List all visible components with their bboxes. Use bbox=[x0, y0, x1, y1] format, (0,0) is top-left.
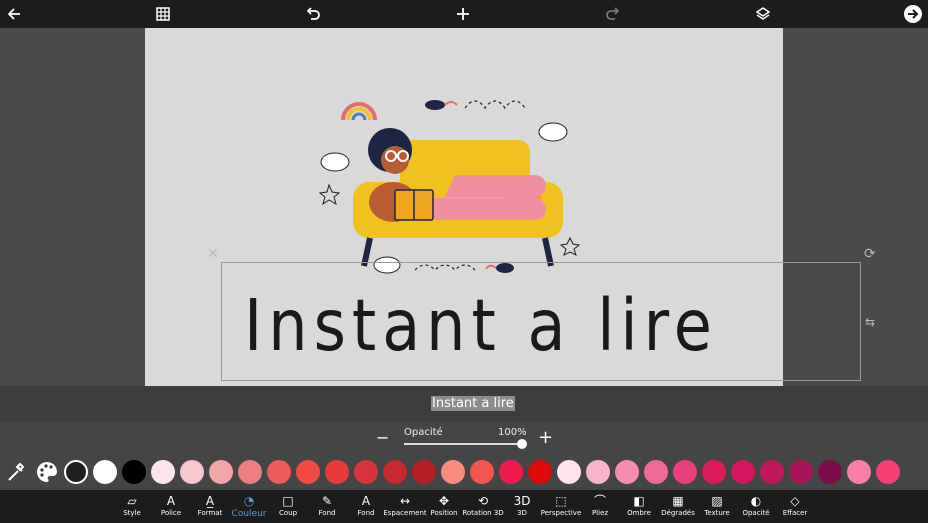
color-swatch[interactable] bbox=[354, 460, 378, 484]
format-icon: A̲ bbox=[205, 493, 215, 508]
opacity-icon: ◐ bbox=[750, 493, 762, 508]
background-letter-icon: A bbox=[361, 493, 371, 508]
tool-gradient[interactable]: ▦ Dégradés bbox=[656, 492, 700, 522]
canvas-title-text[interactable]: Instant a lire bbox=[244, 289, 718, 361]
color-swatch[interactable] bbox=[644, 460, 668, 484]
color-swatch[interactable] bbox=[528, 460, 552, 484]
stroke-icon: □ bbox=[282, 493, 294, 508]
color-swatch[interactable] bbox=[760, 460, 784, 484]
tool-font[interactable]: A Police bbox=[149, 492, 193, 522]
eraser-icon: ◇ bbox=[790, 493, 800, 508]
color-swatch[interactable] bbox=[818, 460, 842, 484]
back-arrow-icon[interactable] bbox=[2, 2, 26, 26]
opacity-slider-track[interactable] bbox=[404, 443, 522, 445]
color-swatch[interactable] bbox=[499, 460, 523, 484]
texture-icon: ▨ bbox=[711, 493, 723, 508]
font-icon: A bbox=[166, 493, 176, 508]
opacity-plus-button[interactable]: + bbox=[538, 427, 553, 448]
tool-brush[interactable]: ✎ Fond bbox=[305, 492, 349, 522]
color-swatch[interactable] bbox=[296, 460, 320, 484]
delete-handle-icon[interactable]: ✕ bbox=[207, 246, 219, 262]
add-icon[interactable] bbox=[451, 2, 475, 26]
tool-perspective[interactable]: ⬚ Perspective bbox=[539, 492, 583, 522]
color-swatch[interactable] bbox=[412, 460, 436, 484]
color-swatch[interactable] bbox=[586, 460, 610, 484]
redo-icon[interactable] bbox=[601, 2, 625, 26]
tool-texture[interactable]: ▨ Texture bbox=[695, 492, 739, 522]
text-edit-bar[interactable]: Instant a lire bbox=[0, 386, 928, 423]
color-swatch[interactable] bbox=[673, 460, 697, 484]
eyedropper-icon[interactable] bbox=[6, 461, 26, 487]
color-swatch[interactable] bbox=[64, 460, 88, 484]
curve-icon: ⌒ bbox=[593, 494, 606, 508]
color-swatch[interactable] bbox=[325, 460, 349, 484]
color-swatch[interactable] bbox=[441, 460, 465, 484]
color-swatch[interactable] bbox=[702, 460, 726, 484]
color-swatch[interactable] bbox=[238, 460, 262, 484]
rotate-handle-icon[interactable]: ⟳ bbox=[864, 246, 876, 262]
layers-icon[interactable] bbox=[751, 2, 775, 26]
next-arrow-icon[interactable] bbox=[901, 2, 925, 26]
tool-3d[interactable]: 3D 3D bbox=[500, 492, 544, 522]
color-swatch[interactable] bbox=[122, 460, 146, 484]
shadow-icon: ◧ bbox=[633, 493, 645, 508]
color-swatch[interactable] bbox=[876, 460, 900, 484]
palette-icon[interactable] bbox=[36, 461, 58, 487]
3d-icon: 3D bbox=[513, 493, 531, 508]
opacity-label: Opacité bbox=[404, 427, 443, 438]
color-swatch[interactable] bbox=[789, 460, 813, 484]
color-swatch[interactable] bbox=[267, 460, 291, 484]
color-swatch[interactable] bbox=[470, 460, 494, 484]
perspective-icon: ⬚ bbox=[555, 493, 567, 508]
tool-move[interactable]: ✥ Position bbox=[422, 492, 466, 522]
opacity-slider-knob[interactable] bbox=[517, 439, 527, 449]
reading-girl-illustration[interactable] bbox=[315, 90, 595, 280]
color-swatch[interactable] bbox=[731, 460, 755, 484]
tool-style[interactable]: ▱ Style bbox=[110, 492, 154, 522]
canvas-area: Instant a lire ✕ ⟳ ⇆ bbox=[0, 28, 928, 386]
opacity-value: 100% bbox=[498, 427, 527, 438]
tool-stroke[interactable]: □ Coup bbox=[266, 492, 310, 522]
palette-icon: ◔ bbox=[243, 493, 255, 508]
opacity-row: − Opacité 100% + bbox=[0, 422, 928, 454]
top-bar bbox=[0, 0, 928, 28]
tool-shadow[interactable]: ◧ Ombre bbox=[617, 492, 661, 522]
color-swatch[interactable] bbox=[209, 460, 233, 484]
color-swatch[interactable] bbox=[93, 460, 117, 484]
undo-icon[interactable] bbox=[301, 2, 325, 26]
color-swatch[interactable] bbox=[180, 460, 204, 484]
bottom-toolbar: ▱ Style A Police A̲ Format ◔ Couleur □ Coup ✎ Fond A… bbox=[0, 490, 928, 523]
style-icon: ▱ bbox=[127, 493, 137, 508]
tool-label: Effacer bbox=[782, 509, 808, 517]
color-swatch[interactable] bbox=[383, 460, 407, 484]
tool-curve[interactable]: ⌒ Pliez bbox=[578, 492, 622, 522]
tool-rotation-3d[interactable]: ⟲ Rotation 3D bbox=[461, 492, 505, 522]
stretch-handle-icon[interactable]: ⇆ bbox=[865, 315, 875, 329]
rotation-3d-icon: ⟲ bbox=[477, 493, 489, 508]
color-swatch[interactable] bbox=[151, 460, 175, 484]
color-swatch[interactable] bbox=[847, 460, 871, 484]
brush-icon: ✎ bbox=[321, 493, 333, 508]
tool-palette[interactable]: ◔ Couleur bbox=[227, 492, 271, 522]
color-swatch[interactable] bbox=[557, 460, 581, 484]
color-swatch-row bbox=[0, 454, 928, 490]
tool-opacity[interactable]: ◐ Opacité bbox=[734, 492, 778, 522]
opacity-minus-button[interactable]: − bbox=[376, 428, 389, 447]
move-icon: ✥ bbox=[438, 493, 450, 508]
text-edit-field[interactable]: Instant a lire bbox=[431, 396, 515, 411]
color-swatch[interactable] bbox=[615, 460, 639, 484]
grid-icon[interactable] bbox=[151, 2, 175, 26]
gradient-icon: ▦ bbox=[672, 493, 684, 508]
tool-spacing[interactable]: ↔ Espacement bbox=[383, 492, 427, 522]
spacing-icon: ↔ bbox=[399, 493, 411, 508]
tool-background-letter[interactable]: A Fond bbox=[344, 492, 388, 522]
tool-eraser[interactable]: ◇ Effacer bbox=[773, 492, 817, 522]
